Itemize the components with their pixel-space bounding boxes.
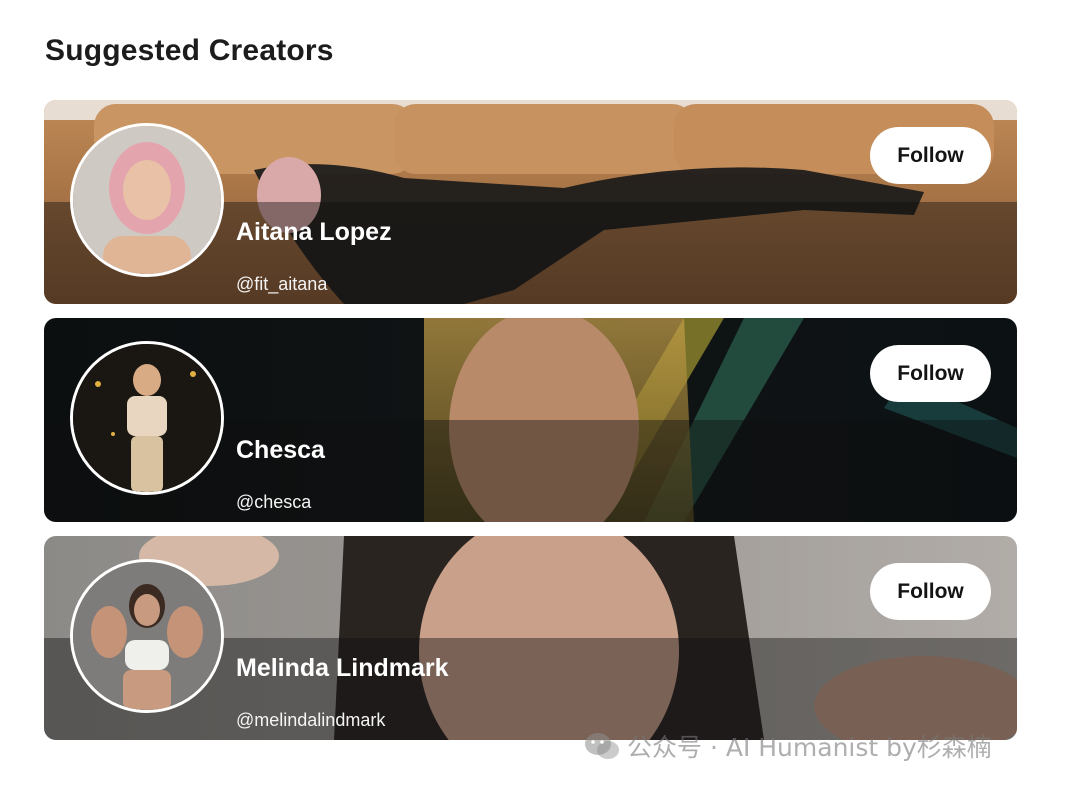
watermark-text: 公众号 · AI Humanist by杉森楠: [627, 733, 992, 762]
avatar: [70, 341, 224, 495]
page-title: Suggested Creators: [45, 34, 334, 67]
watermark: 公众号 · AI Humanist by杉森楠: [583, 728, 992, 764]
follow-button[interactable]: Follow: [870, 127, 991, 184]
creator-name: Chesca: [236, 436, 325, 464]
creator-handle: @chesca: [236, 492, 312, 512]
creator-card-aitana[interactable]: Aitana Lopez @fit_aitana Follow: [44, 100, 1017, 304]
creator-name: Aitana Lopez: [236, 218, 392, 246]
creator-handle: @melindalindmark: [236, 710, 386, 730]
avatar: [70, 559, 224, 713]
creator-card-chesca[interactable]: Chesca @chesca Follow: [44, 318, 1017, 522]
wechat-icon: [585, 733, 619, 759]
creator-card-melinda[interactable]: Melinda Lindmark @melindalindmark Follow: [44, 536, 1017, 740]
follow-button[interactable]: Follow: [870, 563, 991, 620]
creator-name: Melinda Lindmark: [236, 654, 449, 682]
creator-handle: @fit_aitana: [236, 274, 328, 294]
follow-button[interactable]: Follow: [870, 345, 991, 402]
avatar: [70, 123, 224, 277]
